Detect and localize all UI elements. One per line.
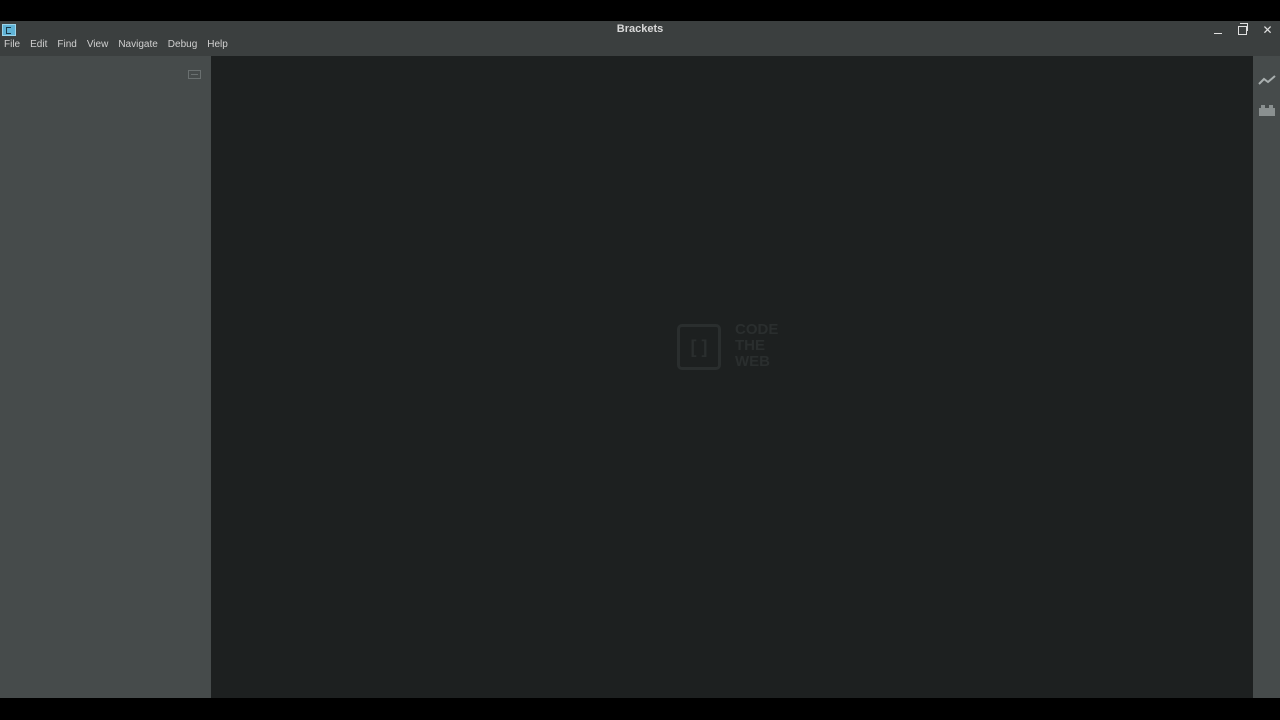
menu-file[interactable]: File [0, 38, 25, 54]
code-the-web-watermark: [ ] CODE THE WEB [677, 322, 797, 382]
extension-manager-icon[interactable] [1258, 102, 1276, 118]
menu-help[interactable]: Help [202, 38, 233, 54]
maximize-icon [1238, 22, 1248, 35]
brackets-window: Brackets File Edit Find View Navigate De… [0, 21, 1280, 698]
close-button[interactable]: ✕ [1255, 21, 1280, 39]
right-toolbar [1253, 56, 1280, 698]
live-preview-icon[interactable] [1258, 72, 1276, 88]
close-icon: ✕ [1262, 23, 1273, 37]
screen-letterbox-bottom [0, 698, 1280, 720]
menu-debug[interactable]: Debug [163, 38, 202, 54]
sidebar [0, 56, 211, 698]
watermark-line: WEB [735, 353, 770, 370]
watermark-line: CODE [735, 321, 779, 338]
menu-view[interactable]: View [82, 38, 114, 54]
menu-bar: File Edit Find View Navigate Debug Help [0, 38, 233, 54]
watermark-line: THE [735, 337, 765, 354]
screen-letterbox-top [0, 0, 1280, 21]
window-title: Brackets [616, 23, 664, 35]
minimize-icon [1213, 32, 1222, 34]
brackets-logo-icon: [ ] [677, 324, 721, 370]
maximize-button[interactable] [1230, 21, 1255, 39]
watermark-text: CODE THE WEB [735, 322, 778, 370]
minimize-button[interactable] [1205, 21, 1230, 39]
menu-find[interactable]: Find [52, 38, 81, 54]
title-bar: Brackets File Edit Find View Navigate De… [0, 21, 1280, 56]
editor-area[interactable]: [ ] CODE THE WEB [211, 56, 1253, 698]
menu-navigate[interactable]: Navigate [113, 38, 162, 54]
menu-edit[interactable]: Edit [25, 38, 52, 54]
split-view-icon[interactable] [188, 70, 201, 79]
window-controls: ✕ [1205, 21, 1280, 39]
